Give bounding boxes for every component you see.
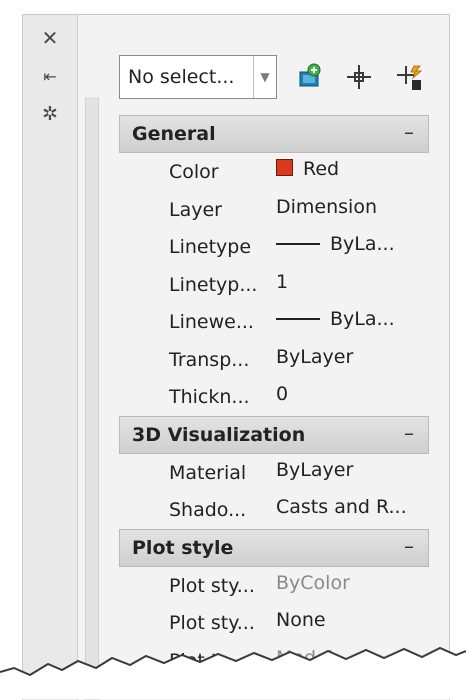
property-name: Linewe...	[169, 311, 254, 333]
property-row-thickness[interactable]: Thickn... 0	[119, 378, 429, 416]
linetype-sample-icon	[276, 243, 320, 245]
property-name: Color	[169, 161, 219, 183]
property-row-color[interactable]: Color Red	[119, 153, 429, 191]
palette-titlebar: ✕ ⇤ ✲	[23, 15, 78, 700]
property-row-plot-style[interactable]: Plot sty... ByColor	[119, 567, 429, 605]
property-row-linetype-scale[interactable]: Linetyp... 1	[119, 266, 429, 304]
lineweight-value-text: ByLa...	[330, 308, 395, 330]
linetype-value-text: ByLa...	[330, 233, 395, 255]
scrollbar[interactable]	[85, 97, 99, 700]
color-value-text: Red	[303, 158, 340, 180]
category-3d-visualization[interactable]: 3D Visualization –	[119, 415, 429, 454]
property-row-linetype[interactable]: Linetype ByLa...	[119, 228, 429, 266]
property-name: Layer	[169, 198, 222, 221]
category-title: Plot style	[132, 536, 234, 559]
autohide-icon[interactable]: ⇤	[37, 63, 63, 89]
property-value[interactable]: ByLayer	[276, 459, 353, 481]
toggle-pickadd-icon[interactable]	[291, 59, 327, 95]
lineweight-sample-icon	[276, 318, 320, 320]
property-name: Material	[169, 461, 247, 484]
property-row-shadow[interactable]: Shado... Casts and R...	[119, 491, 429, 529]
select-objects-icon[interactable]	[341, 59, 377, 95]
collapse-icon[interactable]: –	[404, 421, 414, 445]
property-name: Shado...	[169, 499, 247, 521]
property-name: Linetyp...	[169, 273, 258, 296]
property-value[interactable]: Dimension	[276, 196, 377, 218]
property-row-material[interactable]: Material ByLayer	[119, 454, 429, 492]
property-value[interactable]: None	[276, 609, 326, 631]
category-general[interactable]: General –	[119, 115, 429, 153]
property-row-lineweight[interactable]: Linewe... ByLa...	[119, 303, 429, 341]
property-row-layer[interactable]: Layer Dimension	[119, 191, 429, 229]
property-value[interactable]: ByLa...	[276, 308, 395, 330]
property-value[interactable]: ByLayer	[276, 346, 353, 368]
property-value[interactable]: Casts and R...	[276, 496, 407, 518]
properties-menu-icon[interactable]: ✲	[37, 101, 63, 127]
property-row-plot-style-table[interactable]: Plot sty... None	[119, 604, 429, 642]
property-name: Plot ta...	[169, 649, 249, 672]
property-name: Thickn...	[169, 386, 250, 408]
property-value[interactable]: ByColor	[276, 572, 350, 594]
category-title: 3D Visualization	[132, 423, 306, 446]
properties-palette: ✕ ⇤ ✲ No select... ▼ General – Color Red…	[22, 14, 450, 700]
property-row-transparency[interactable]: Transp... ByLayer	[119, 341, 429, 379]
property-name: Linetype	[169, 236, 252, 258]
property-value[interactable]: ByLa...	[276, 233, 395, 255]
properties-toolbar: No select... ▼	[119, 55, 439, 105]
property-row-plot-table-attached[interactable]: Plot ta... Model	[119, 642, 429, 680]
category-plot-style[interactable]: Plot style –	[119, 528, 429, 567]
selection-dropdown[interactable]: No select... ▼	[119, 55, 277, 99]
property-value[interactable]: 0	[276, 383, 288, 405]
close-icon[interactable]: ✕	[37, 25, 63, 51]
collapse-icon[interactable]: –	[404, 120, 414, 144]
property-grid: General – Color Red Layer Dimension Line…	[119, 115, 429, 679]
property-name: Plot sty...	[169, 574, 255, 597]
category-title: General	[132, 123, 216, 145]
property-value[interactable]: Model	[276, 647, 333, 669]
color-swatch-icon	[276, 159, 293, 176]
property-name: Transp...	[169, 348, 250, 371]
selection-value: No select...	[128, 66, 235, 88]
collapse-icon[interactable]: –	[404, 534, 414, 558]
property-value[interactable]: 1	[276, 271, 288, 293]
quick-select-icon[interactable]	[391, 59, 427, 95]
property-value[interactable]: Red	[276, 158, 339, 180]
chevron-down-icon[interactable]: ▼	[253, 56, 276, 98]
property-name: Plot sty...	[169, 612, 255, 634]
